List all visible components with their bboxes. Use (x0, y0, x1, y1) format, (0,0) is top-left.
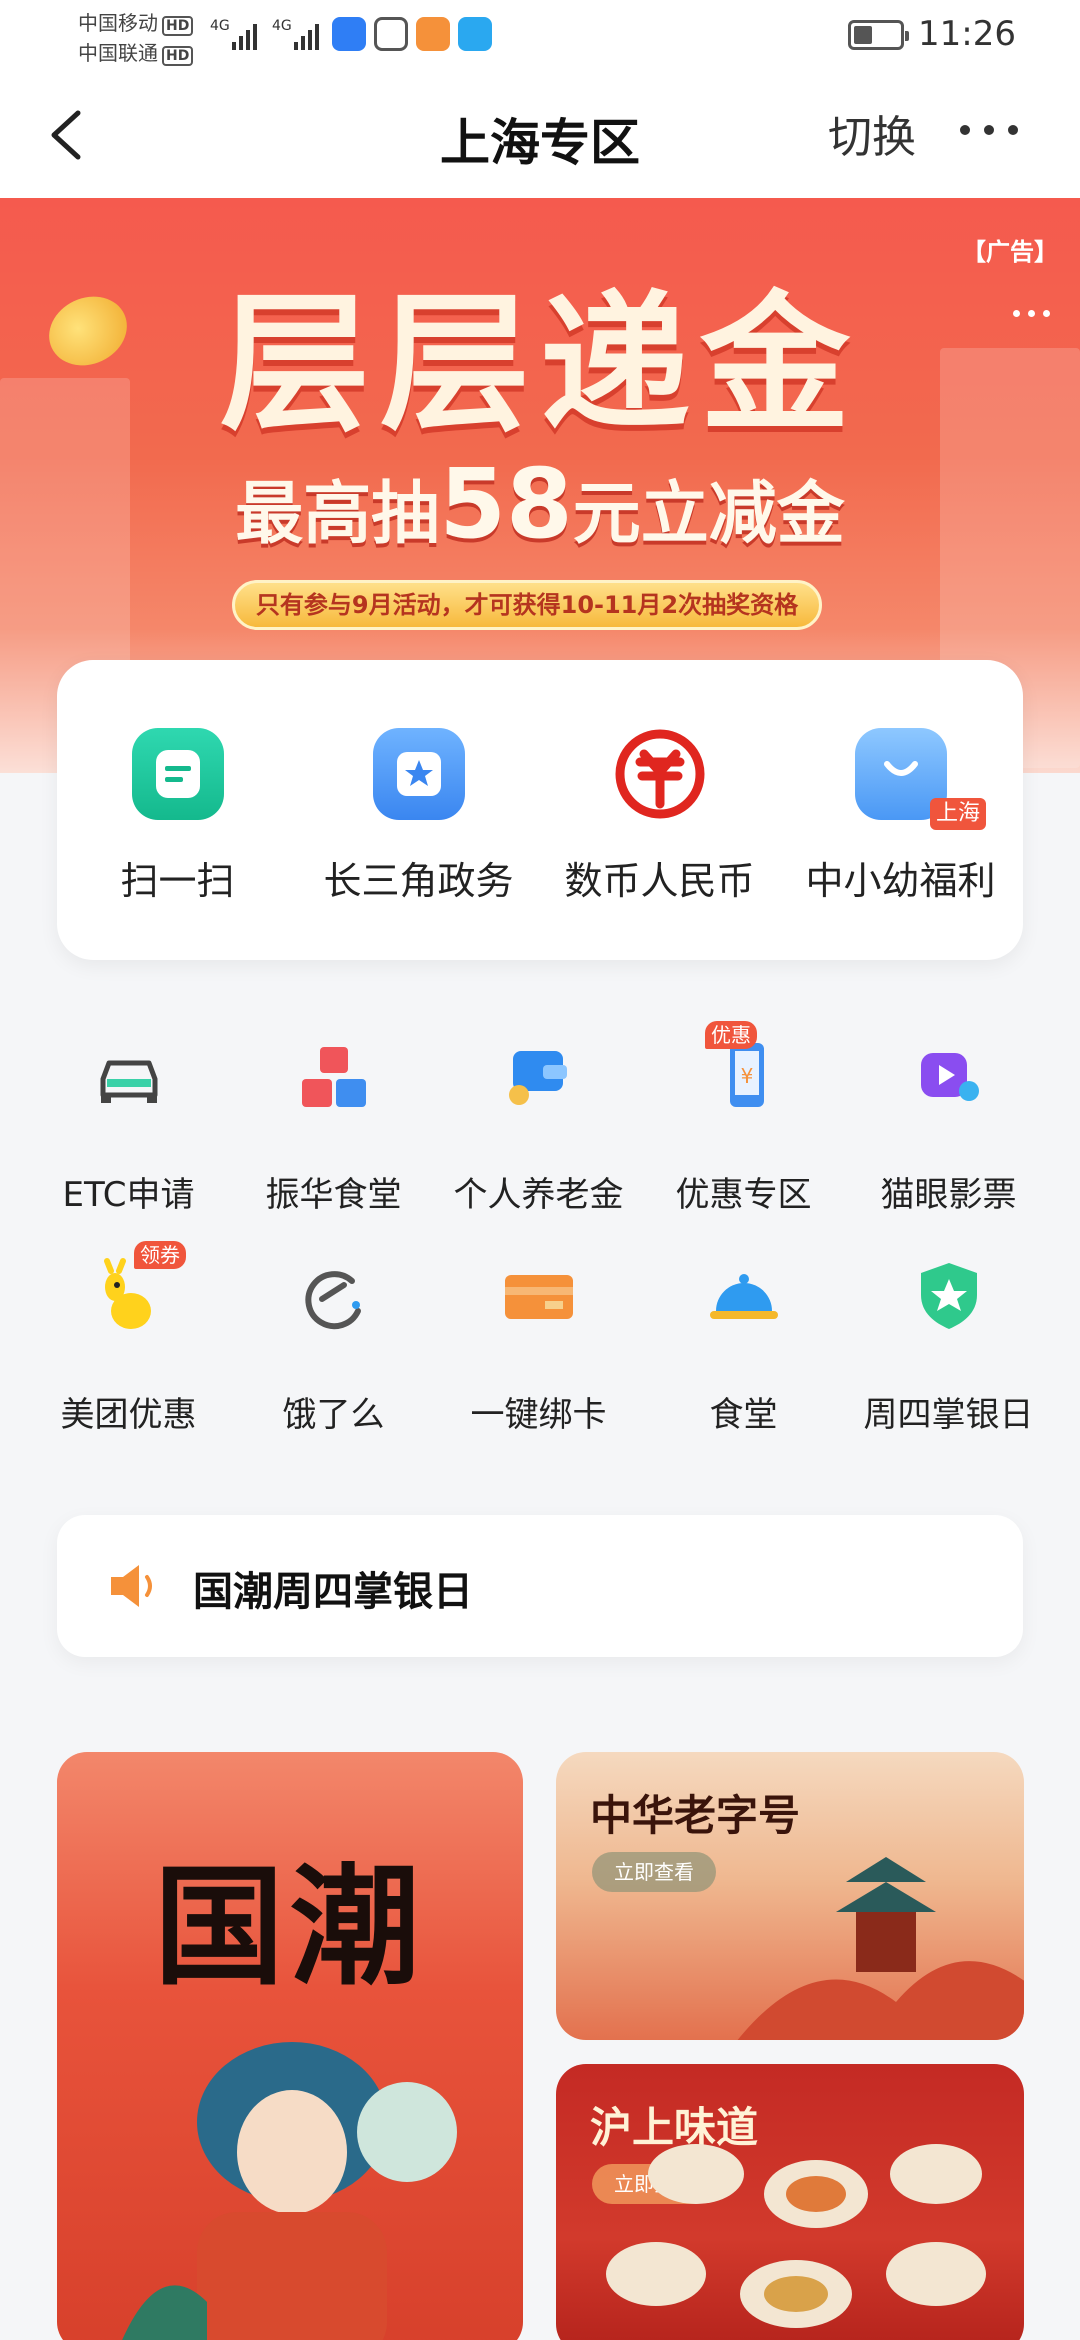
hd-badge: HD (162, 46, 194, 66)
promo-card-shanghai-flavor[interactable]: 沪上味道 立即查看 (556, 2064, 1024, 2340)
quick-action-label: 数币人民币 (564, 859, 755, 903)
banner-pill: 只有参与9月活动，才可获得10-11月2次抽奖资格 (232, 580, 822, 630)
hand-icon (374, 17, 408, 51)
service-canteen[interactable]: 食堂 (641, 1255, 846, 1465)
banner-subline: 最高抽58元立减金 (0, 448, 1080, 560)
speaker-icon (105, 1559, 165, 1617)
carrier-1: 中国移动 (78, 11, 158, 35)
service-bind-card[interactable]: 一键绑卡 (436, 1255, 641, 1465)
page-title: 上海专区 (440, 114, 640, 172)
promo-card-time-honored-brands[interactable]: 中华老字号 立即查看 (556, 1752, 1024, 2040)
more-icon[interactable] (960, 125, 1018, 135)
quick-actions-card: 扫一扫 长三角政务 数币人民币 上海 中小幼福利 (57, 660, 1023, 960)
service-label: 饿了么 (282, 1395, 385, 1435)
service-discount-zone[interactable]: ¥ 优惠 优惠专区 (641, 1021, 846, 1245)
quick-action-scan[interactable]: 扫一扫 (57, 660, 298, 960)
service-label: 食堂 (709, 1395, 778, 1435)
opera-figure-illustration (122, 2042, 457, 2340)
clock: 11:26 (918, 14, 1016, 54)
weather-app-icon (332, 17, 366, 51)
switch-button[interactable]: 切换 (828, 101, 916, 165)
eleme-icon (292, 1255, 376, 1339)
food-cloche-icon (702, 1255, 786, 1339)
pavilion-illustration (737, 1857, 1024, 2040)
hd-badge: HD (162, 16, 194, 36)
blocks-icon (292, 1035, 376, 1119)
car-icon (87, 1035, 171, 1119)
signal-icon (294, 20, 319, 50)
service-eleme[interactable]: 饿了么 (231, 1255, 436, 1465)
location-badge: 上海 (930, 798, 987, 830)
battery-icon (848, 20, 909, 50)
service-label: 一键绑卡 (470, 1395, 607, 1435)
carrier-info: 中国移动 HD 中国联通 HD (78, 8, 194, 68)
service-pension[interactable]: 个人养老金 (436, 1035, 641, 1245)
quick-action-welfare[interactable]: 上海 中小幼福利 (780, 660, 1021, 960)
service-label: ETC申请 (62, 1175, 195, 1215)
wallet-icon (497, 1035, 581, 1119)
service-label: 个人养老金 (453, 1175, 624, 1215)
quick-action-label: 扫一扫 (120, 859, 235, 903)
service-badge: 优惠 (705, 1021, 757, 1049)
network-type: 4G (210, 18, 230, 34)
status-bar: 中国移动 HD 中国联通 HD 4G 4G 11:26 (0, 0, 1080, 75)
service-label: 周四掌银日 (863, 1395, 1034, 1435)
government-star-icon (372, 728, 465, 820)
quick-action-label: 长三角政务 (323, 859, 514, 903)
view-now-button[interactable]: 立即查看 (592, 1852, 716, 1892)
promo-title: 国潮 (153, 1850, 426, 2003)
service-zhenhua-canteen[interactable]: 振华食堂 (231, 1035, 436, 1245)
service-thursday-bank-day[interactable]: 周四掌银日 (846, 1255, 1051, 1465)
search-app-icon (458, 17, 492, 51)
dishes-illustration (606, 2144, 986, 2328)
service-badge: 领券 (134, 1241, 186, 1269)
banner-headline: 层层递金 (219, 276, 860, 452)
star-shield-icon (907, 1255, 991, 1339)
banner-sub-suffix: 元立减金 (572, 475, 845, 554)
quick-action-label: 中小幼福利 (805, 859, 996, 903)
service-label: 猫眼影票 (880, 1175, 1017, 1215)
service-etc[interactable]: ETC申请 (26, 1035, 231, 1245)
svg-text:¥: ¥ (740, 1064, 753, 1088)
bank-card-icon (497, 1255, 581, 1339)
scan-icon (131, 728, 224, 820)
promo-card-guochao[interactable]: 国潮 (57, 1752, 523, 2340)
digital-rmb-icon (614, 728, 706, 820)
carrier-2: 中国联通 (78, 41, 158, 65)
quick-action-government[interactable]: 长三角政务 (298, 660, 539, 960)
service-label: 振华食堂 (265, 1175, 402, 1215)
notice-text: 国潮周四掌银日 (193, 1569, 473, 1615)
notice-bar[interactable]: 国潮周四掌银日 (57, 1515, 1023, 1657)
service-label: 优惠专区 (675, 1175, 812, 1215)
service-meituan[interactable]: 领券 美团优惠 (26, 1241, 231, 1465)
service-label: 美团优惠 (60, 1395, 197, 1435)
banner-amount: 58 (439, 448, 573, 560)
service-maoyan-tickets[interactable]: 猫眼影票 (846, 1035, 1051, 1245)
movie-play-icon (907, 1035, 991, 1119)
network-type: 4G (272, 18, 292, 34)
quick-action-digital-rmb[interactable]: 数币人民币 (539, 660, 780, 960)
nav-bar: 上海专区 切换 (0, 75, 1080, 198)
signal-icon (232, 20, 257, 50)
video-app-icon (416, 17, 450, 51)
banner-sub-prefix: 最高抽 (235, 475, 440, 554)
